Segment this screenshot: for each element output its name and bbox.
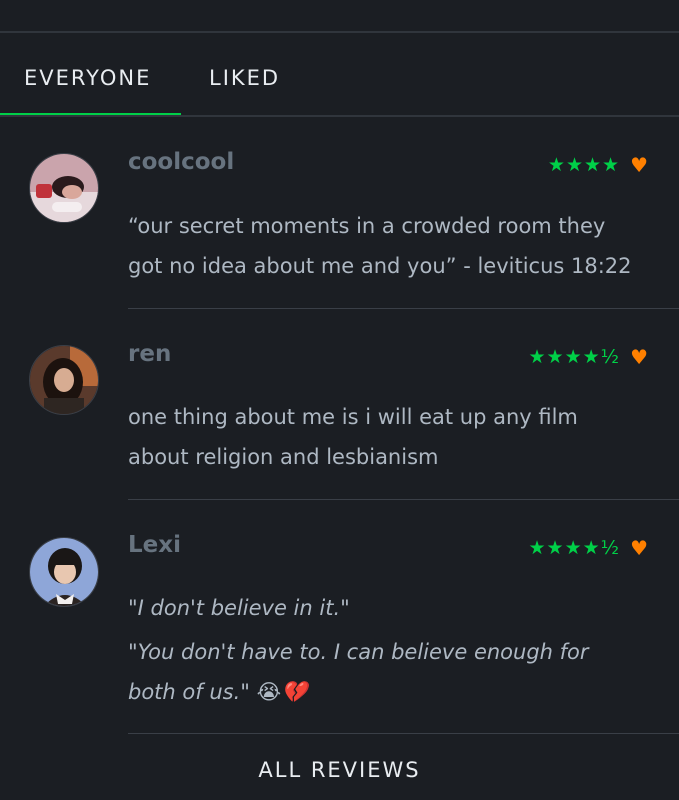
star-rating: ★★★★½ xyxy=(528,537,621,559)
review-username[interactable]: ren xyxy=(128,341,171,367)
review-line: “our secret moments in a crowded room th… xyxy=(128,214,606,238)
review-text[interactable]: one thing about me is i will eat up any … xyxy=(128,397,668,477)
avatar[interactable] xyxy=(29,537,99,607)
heart-icon: ♥ xyxy=(630,536,649,560)
review-line: about religion and lesbianism xyxy=(128,445,439,469)
avatar[interactable] xyxy=(29,153,99,223)
review-text[interactable]: “our secret moments in a crowded room th… xyxy=(128,206,668,286)
avatar[interactable] xyxy=(29,345,99,415)
review-line: got no idea about me and you” - leviticu… xyxy=(128,254,632,278)
review-line: both of us." 😭💔 xyxy=(128,680,308,704)
heart-icon: ♥ xyxy=(630,153,649,177)
review-line: "You don't have to. I can believe enough… xyxy=(128,640,589,664)
review-divider xyxy=(128,499,679,500)
tab-liked[interactable]: LIKED xyxy=(209,66,280,90)
heart-icon: ♥ xyxy=(630,345,649,369)
review-tabs: EVERYONE LIKED xyxy=(0,33,679,117)
review-rating: ★★★★½ ♥ xyxy=(529,536,650,560)
tab-everyone[interactable]: EVERYONE xyxy=(24,66,151,90)
review-text[interactable]: "I don't believe in it." "You don't have… xyxy=(128,588,668,712)
review-username[interactable]: Lexi xyxy=(128,532,181,558)
review-rating: ★★★★½ ♥ xyxy=(529,345,650,369)
review-rating: ★★★★ ♥ xyxy=(548,153,649,177)
star-rating: ★★★★ xyxy=(547,154,621,176)
tabs-divider xyxy=(0,115,679,117)
review-divider xyxy=(128,733,679,734)
review-line: one thing about me is i will eat up any … xyxy=(128,405,578,429)
star-rating: ★★★★½ xyxy=(528,346,621,368)
review-line: "I don't believe in it." xyxy=(128,596,350,620)
review-divider xyxy=(128,308,679,309)
all-reviews-link[interactable]: ALL REVIEWS xyxy=(0,758,679,782)
review-username[interactable]: coolcool xyxy=(128,149,234,175)
